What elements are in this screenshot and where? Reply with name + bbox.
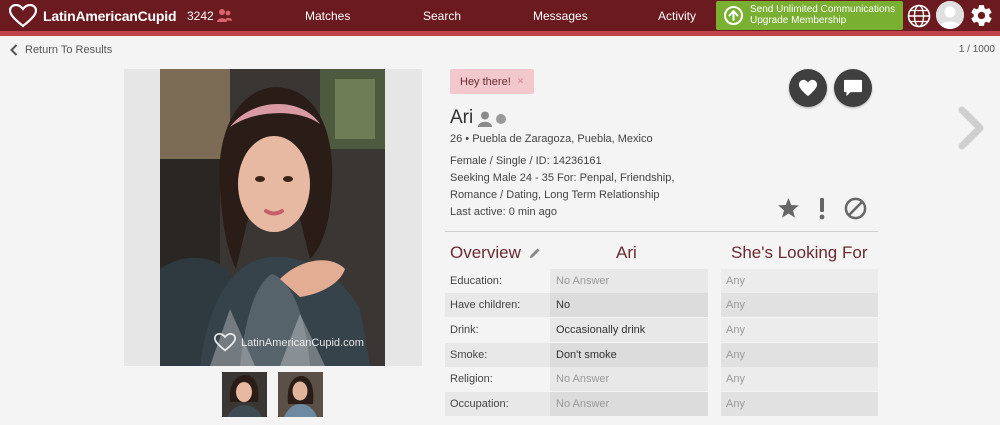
top-navigation-bar: LatinAmericanCupid 3242 Matches Search M… (0, 0, 1000, 31)
online-status-dot (496, 114, 506, 124)
table-row-drink: Drink: Occasionally drink Any (445, 318, 878, 342)
block-icon[interactable] (844, 197, 867, 220)
favorite-button[interactable] (789, 69, 827, 107)
profile-name: Ari (450, 107, 474, 128)
section-divider (445, 231, 878, 232)
hey-there-label: Hey there! (460, 75, 511, 88)
row-looking-value: Any (721, 392, 878, 416)
profile-location: 26 • Puebla de Zaragoza, Puebla, Mexico (450, 133, 653, 145)
gear-icon[interactable] (969, 3, 994, 28)
nav-matches[interactable]: Matches (305, 9, 350, 23)
row-member-value: No Answer (550, 269, 708, 293)
nav-activity[interactable]: Activity (658, 9, 696, 23)
row-member-value: No Answer (550, 392, 708, 416)
chat-bubble-icon (844, 79, 862, 97)
profile-status-icons (478, 111, 506, 127)
table-row-education: Education: No Answer Any (445, 269, 878, 293)
main-photo-panel (124, 69, 422, 366)
profile-photo-illustration (160, 69, 385, 366)
thumbnail-photo-2 (278, 372, 323, 417)
looking-for-column-heading: She's Looking For (731, 243, 868, 262)
heart-logo-icon (9, 4, 37, 28)
row-member-value: Occasionally drink (550, 318, 708, 342)
pencil-edit-icon[interactable] (529, 247, 541, 259)
profile-last-active: Last active: 0 min ago (450, 206, 558, 218)
chevron-left-icon (10, 44, 18, 56)
table-row-children: Have children: No Any (445, 293, 878, 317)
photo-watermark-text: LatinAmericanCupid.com (241, 336, 364, 349)
row-looking-value: Any (721, 318, 878, 342)
row-member-value: Don't smoke (550, 343, 708, 367)
logo-text: LatinAmericanCupid (43, 8, 177, 24)
return-to-results-label: Return To Results (25, 44, 113, 56)
globe-icon[interactable] (907, 4, 931, 28)
row-label: Smoke: (445, 343, 550, 367)
return-to-results-link[interactable]: Return To Results (10, 44, 112, 56)
row-label: Occupation: (445, 392, 550, 416)
profile-seeking-line-2: Romance / Dating, Long Term Relationship (450, 189, 660, 201)
row-member-value: No Answer (550, 367, 708, 391)
report-icon[interactable] (818, 197, 826, 220)
row-looking-value: Any (721, 269, 878, 293)
result-pager: 1 / 1000 (958, 44, 995, 55)
thumbnail-photo-1 (222, 372, 267, 417)
nav-search[interactable]: Search (423, 9, 461, 23)
upgrade-button[interactable]: Send Unlimited Communications Upgrade Me… (716, 1, 903, 30)
row-looking-value: Any (721, 367, 878, 391)
message-button[interactable] (834, 69, 872, 107)
site-logo[interactable]: LatinAmericanCupid (9, 4, 177, 28)
person-icon (478, 111, 492, 127)
member-column-heading: Ari (616, 243, 637, 262)
main-profile-photo[interactable] (160, 69, 385, 366)
close-icon: ✕ (516, 76, 525, 86)
user-silhouette-icon (936, 1, 964, 29)
star-icon[interactable] (777, 197, 800, 219)
upgrade-subtitle: Upgrade Membership (750, 15, 847, 26)
nav-messages[interactable]: Messages (533, 9, 588, 23)
table-row-religion: Religion: No Answer Any (445, 367, 878, 391)
row-looking-value: Any (721, 293, 878, 317)
arrow-up-icon (724, 6, 743, 25)
row-label: Religion: (445, 367, 550, 391)
profile-details: Female / Single / ID: 14236161 (450, 155, 602, 167)
row-label: Drink: (445, 318, 550, 342)
next-profile-chevron-icon[interactable] (957, 106, 985, 150)
row-label: Have children: (445, 293, 550, 317)
heart-icon (799, 79, 817, 97)
row-label: Education: (445, 269, 550, 293)
heart-watermark-icon (214, 333, 236, 352)
photo-watermark: LatinAmericanCupid.com (214, 333, 364, 352)
profile-seeking-line-1: Seeking Male 24 - 35 For: Penpal, Friend… (450, 172, 675, 184)
hey-there-button[interactable]: Hey there! ✕ (450, 69, 535, 94)
table-row-occupation: Occupation: No Answer Any (445, 392, 878, 416)
users-icon (216, 9, 232, 22)
upgrade-title: Send Unlimited Communications (750, 4, 896, 15)
topbar-accent-line (0, 31, 1000, 36)
user-avatar[interactable] (936, 1, 964, 29)
photo-thumbnail-2[interactable] (278, 372, 323, 417)
online-count-value: 3242 (187, 8, 214, 23)
online-count[interactable]: 3242 (187, 8, 232, 23)
overview-heading-label: Overview (450, 243, 521, 262)
overview-heading: Overview (450, 243, 541, 263)
table-row-smoke: Smoke: Don't smoke Any (445, 343, 878, 367)
photo-thumbnail-1[interactable] (222, 372, 267, 417)
row-looking-value: Any (721, 343, 878, 367)
row-member-value: No (550, 293, 708, 317)
